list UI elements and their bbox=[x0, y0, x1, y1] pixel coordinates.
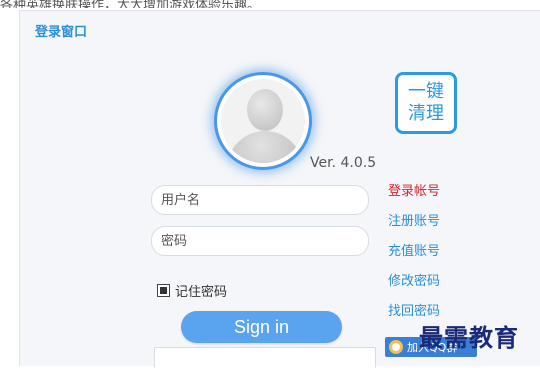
remember-password-checkbox[interactable]: 记住密码 bbox=[157, 281, 227, 300]
side-link-change-password[interactable]: 修改密码 bbox=[388, 270, 468, 300]
user-avatar bbox=[214, 72, 312, 170]
login-window: 登录窗口 Ver. 4.0.5 一键清理 记住密码 Sign in 登录帐号 注… bbox=[19, 10, 540, 368]
brand-watermark: 最需教育 bbox=[419, 323, 519, 352]
side-link-list: 登录帐号 注册账号 充值账号 修改密码 找回密码 bbox=[388, 180, 468, 330]
password-input[interactable] bbox=[151, 226, 369, 256]
side-link-recharge-account[interactable]: 充值账号 bbox=[388, 240, 468, 270]
side-link-register-account[interactable]: 注册账号 bbox=[388, 210, 468, 240]
window-title: 登录窗口 bbox=[35, 25, 88, 40]
avatar-placeholder-icon bbox=[221, 79, 305, 163]
side-link-login-account[interactable]: 登录帐号 bbox=[388, 180, 468, 210]
checkbox-checked-icon[interactable] bbox=[157, 284, 170, 297]
username-input[interactable] bbox=[151, 185, 369, 215]
page-top-caption: 各种英雄换肤操作，大大增加游戏体验乐趣。 bbox=[0, 0, 261, 8]
qq-icon bbox=[389, 340, 403, 354]
version-label: Ver. 4.0.5 bbox=[310, 155, 377, 171]
remember-password-label: 记住密码 bbox=[175, 285, 228, 300]
bottom-input-edge bbox=[154, 347, 376, 368]
sign-in-button[interactable]: Sign in bbox=[181, 311, 342, 343]
one-click-clean-button[interactable]: 一键清理 bbox=[395, 72, 457, 134]
